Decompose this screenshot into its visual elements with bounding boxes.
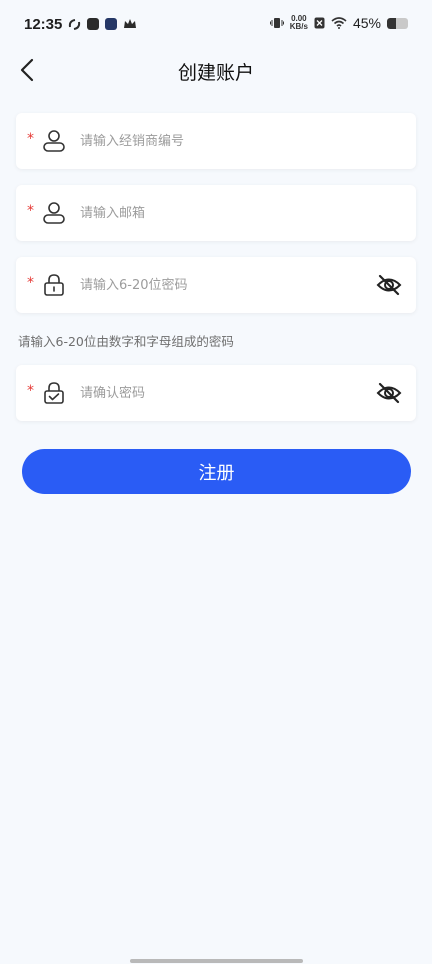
confirm-password-input[interactable] [80,365,360,421]
page-title: 创建账户 [177,62,254,84]
dealer-code-input[interactable] [80,113,360,169]
wifi-icon [331,17,347,29]
password-field: * [16,257,416,313]
vibrate-icon [269,18,284,28]
screen: 12:35 0.00 KB/s 45% 创建账户 * 请输入经销商编号 * 请输… [0,0,432,964]
play-icon [105,18,117,30]
eye-off-icon[interactable] [376,381,402,405]
home-indicator[interactable] [130,959,303,963]
notification-icons [68,18,137,31]
register-button[interactable]: 注册 [22,449,411,494]
dealer-code-field: * [16,113,416,169]
mail-icon [87,18,99,30]
no-sim-icon [314,17,325,29]
required-mark: * [27,131,34,147]
user-icon [43,130,65,152]
crown-icon [124,19,136,28]
password-hint: 请输入6-20位由数字和字母组成的密码 [18,334,234,349]
eye-off-icon[interactable] [376,273,402,297]
user-icon [43,202,65,224]
lock-icon [44,274,64,296]
required-mark: * [27,383,34,399]
email-field: * [16,185,416,241]
status-time: 12:35 [24,16,63,33]
lock-check-icon [44,382,64,404]
sync-icon [68,19,81,30]
required-mark: * [27,275,34,291]
status-bar: 12:35 0.00 KB/s 45% [0,0,432,50]
battery-percent: 45% [352,15,381,31]
battery-level [387,17,397,29]
battery-icon [387,17,408,29]
net-speed-unit: KB/s [289,22,308,31]
email-input[interactable] [80,185,360,241]
password-input[interactable] [80,257,360,313]
status-right: 0.00 KB/s 45% [269,15,408,31]
required-mark: * [27,203,34,219]
header: 创建账户 [0,50,432,90]
net-speed: 0.00 KB/s [290,15,308,31]
confirm-password-field: * [16,365,416,421]
